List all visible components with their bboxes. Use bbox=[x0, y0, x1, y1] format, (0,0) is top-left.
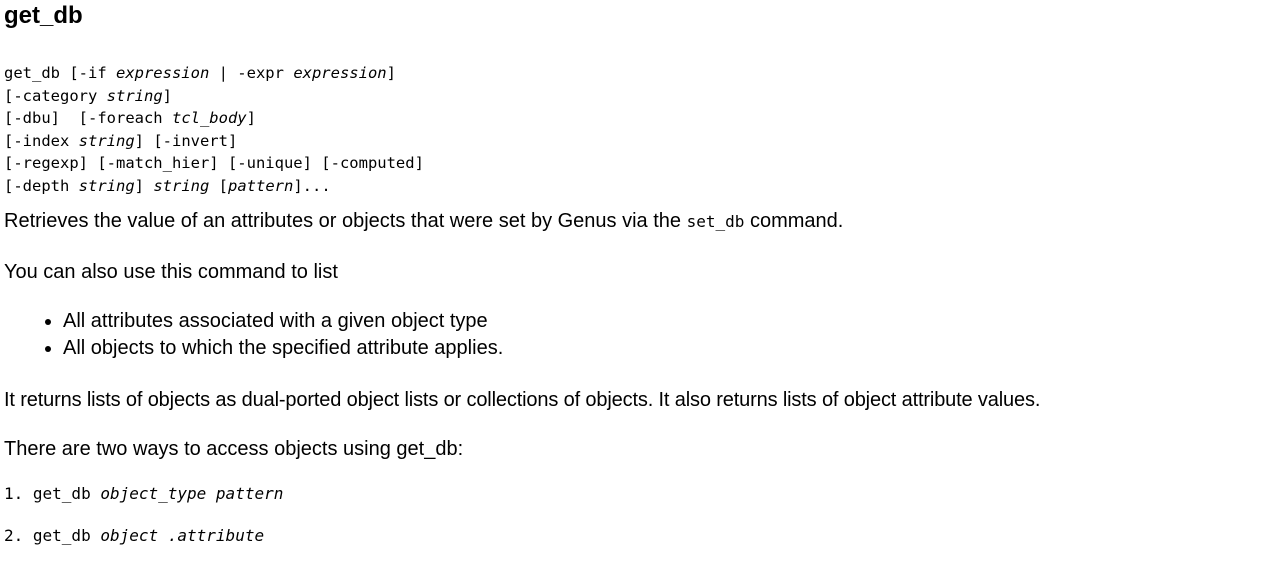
doc-page: get_db get_db [-if expression | -expr ex… bbox=[0, 0, 1286, 570]
usage-args: object .attribute bbox=[100, 525, 265, 545]
synopsis-text: | -expr bbox=[209, 64, 294, 82]
synopsis-line-2: [-category string] bbox=[4, 87, 172, 105]
synopsis-arg: tcl_body bbox=[171, 109, 247, 128]
command-synopsis: get_db [-if expression | -expr expressio… bbox=[4, 62, 1286, 198]
description-text: command. bbox=[744, 209, 844, 232]
list-item: All objects to which the specified attri… bbox=[63, 335, 1286, 362]
synopsis-arg: string bbox=[78, 131, 135, 150]
usage-item-2: 2. get_db object .attribute bbox=[4, 526, 1286, 546]
synopsis-text: [-depth bbox=[4, 176, 79, 195]
synopsis-text: [-index bbox=[4, 131, 79, 150]
synopsis-line-1: get_db [-if expression | -expr expressio… bbox=[4, 64, 396, 82]
synopsis-arg: expression bbox=[115, 64, 210, 82]
list-item: All attributes associated with a given o… bbox=[63, 308, 1286, 335]
synopsis-text: [ bbox=[209, 176, 228, 195]
synopsis-line-3: [-dbu] [-foreach tcl_body] bbox=[4, 109, 256, 127]
synopsis-arg: pattern bbox=[228, 176, 294, 195]
synopsis-text: ] [-invert] bbox=[134, 131, 238, 150]
usage-item-1: 1. get_db object_type pattern bbox=[4, 484, 1286, 504]
usage-prefix: 1. get_db bbox=[4, 483, 101, 503]
description-retrieves: Retrieves the value of an attributes or … bbox=[4, 209, 1286, 234]
synopsis-text: get_db [-if bbox=[4, 64, 116, 82]
synopsis-arg: expression bbox=[293, 64, 387, 82]
synopsis-text: ] bbox=[246, 109, 256, 128]
synopsis-text: ] bbox=[386, 64, 396, 82]
synopsis-line-5: [-regexp] [-match_hier] [-unique] [-comp… bbox=[4, 154, 424, 172]
synopsis-text: ]... bbox=[293, 176, 331, 195]
synopsis-arg: string bbox=[153, 176, 210, 195]
synopsis-text: ] bbox=[134, 176, 154, 195]
synopsis-text: [-dbu] [-foreach bbox=[4, 109, 172, 128]
synopsis-arg: string bbox=[106, 86, 163, 105]
inline-code: set_db bbox=[686, 211, 745, 231]
synopsis-text: ] bbox=[162, 86, 172, 105]
usage-prefix: 2. get_db bbox=[4, 525, 101, 545]
description-ways-intro: There are two ways to access objects usi… bbox=[4, 437, 464, 460]
description-list-intro: You can also use this command to list bbox=[4, 260, 338, 283]
page-title: get_db bbox=[4, 2, 83, 29]
description-returns: It returns lists of objects as dual-port… bbox=[4, 388, 1041, 411]
synopsis-text: [-category bbox=[4, 86, 107, 105]
synopsis-text: [-regexp] [-match_hier] [-unique] [-comp… bbox=[4, 154, 424, 173]
synopsis-line-4: [-index string] [-invert] bbox=[4, 132, 237, 150]
synopsis-arg: string bbox=[78, 176, 135, 195]
description-text: Retrieves the value of an attributes or … bbox=[4, 209, 687, 232]
synopsis-line-6: [-depth string] string [pattern]... bbox=[4, 177, 331, 195]
feature-list: All attributes associated with a given o… bbox=[4, 308, 1286, 362]
usage-args: object_type pattern bbox=[100, 483, 284, 503]
